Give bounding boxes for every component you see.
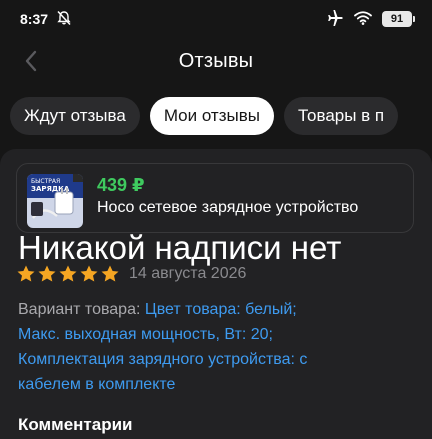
status-left: 8:37 — [20, 10, 72, 29]
star-icon — [101, 265, 119, 282]
page-title: Отзывы — [178, 49, 254, 72]
product-variant: Вариант товара: Цвет товара: белый; Макс… — [18, 297, 418, 397]
star-icon — [38, 265, 56, 282]
rating-row: 14 августа 2026 — [16, 264, 246, 284]
back-button[interactable] — [18, 48, 44, 74]
review-date: 14 августа 2026 — [129, 265, 247, 282]
product-link[interactable]: БЫСТРАЯ ЗАРЯДКА 439 ₽ Hoco сетевое заряд… — [16, 163, 414, 233]
airplane-icon — [326, 9, 344, 29]
product-price: 439 ₽ — [97, 175, 145, 195]
reviews-screen: 8:37 91 Отзывы Ждут отзыва Мои отзывы То… — [0, 0, 432, 439]
comments-heading: Комментарии — [18, 415, 133, 434]
tab-products[interactable]: Товары в п — [283, 97, 399, 135]
product-thumbnail: БЫСТРАЯ ЗАРЯДКА — [27, 174, 83, 228]
status-right: 91 — [326, 9, 415, 29]
product-info: 439 ₽ Hoco сетевое зарядное устройство — [97, 174, 407, 220]
variant-label: Вариант товара: — [18, 301, 141, 318]
variant-color: Цвет товара: белый; — [144, 301, 297, 318]
status-time: 8:37 — [20, 11, 49, 27]
tabs-bar: Ждут отзыва Мои отзывы Товары в п — [0, 97, 432, 135]
star-icon — [17, 265, 35, 282]
thumb-text-1: БЫСТРАЯ — [31, 178, 60, 185]
battery-icon: 91 — [382, 11, 415, 27]
star-icon — [59, 265, 77, 282]
wifi-icon — [354, 10, 372, 28]
product-name: Hoco сетевое зарядное устройство — [97, 199, 359, 216]
star-icon — [80, 265, 98, 282]
variant-power: Макс. выходная мощность, Вт: 20; — [18, 326, 273, 343]
variant-kit: Комплектация зарядного устройства: с — [18, 351, 308, 368]
back-arrow-icon — [25, 50, 37, 72]
overlay-caption: Никакой надписи нет — [18, 229, 342, 266]
tab-awaiting-review[interactable]: Ждут отзыва — [10, 97, 140, 135]
mute-bell-icon — [56, 10, 72, 29]
tab-my-reviews[interactable]: Мои отзывы — [149, 97, 274, 135]
header: Отзывы — [0, 38, 432, 84]
variant-kit-cont: кабелем в комплекте — [18, 376, 176, 393]
status-bar: 8:37 91 — [0, 0, 432, 38]
